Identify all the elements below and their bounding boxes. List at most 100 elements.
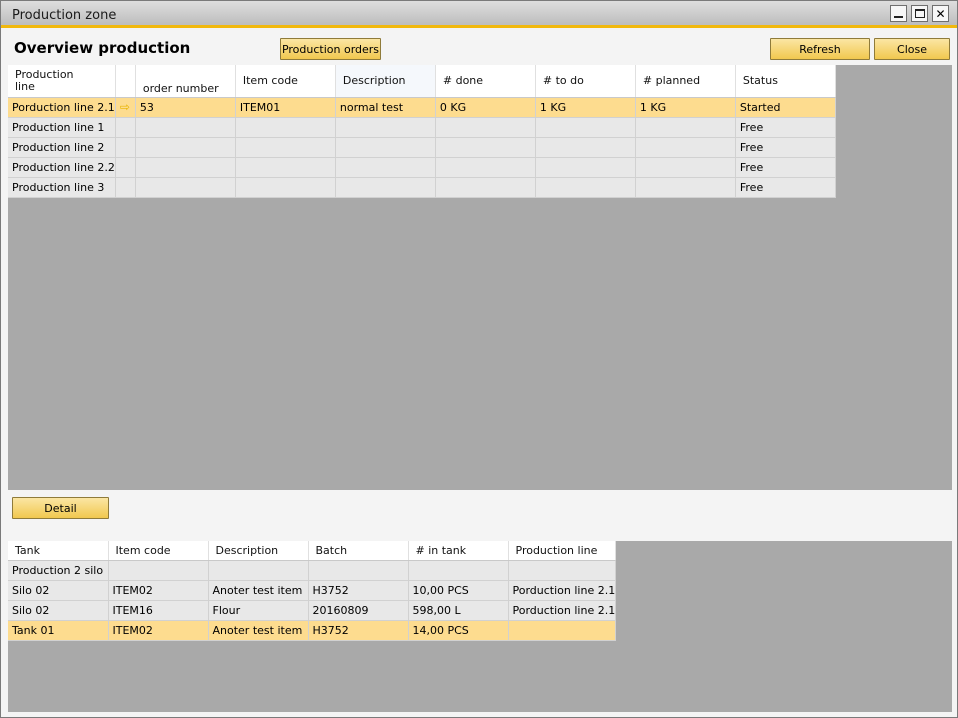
cell-order-number[interactable] — [135, 137, 236, 158]
cell-order-number[interactable]: 53 — [135, 97, 236, 118]
cell-batch[interactable]: H3752 — [308, 620, 409, 641]
col-header-order-number[interactable]: order number — [135, 65, 236, 98]
cell-indicator[interactable] — [115, 117, 136, 138]
table-row[interactable]: Production 2 silo — [8, 560, 617, 581]
cell-in-tank[interactable] — [408, 560, 509, 581]
cell-in-tank[interactable]: 10,00 PCS — [408, 580, 509, 601]
cell-description[interactable]: Anoter test item — [208, 580, 309, 601]
cell-item-code[interactable]: ITEM02 — [108, 580, 209, 601]
cell-planned[interactable] — [635, 117, 736, 138]
cell-description[interactable] — [208, 560, 309, 581]
cell-status[interactable]: Free — [735, 117, 836, 138]
detail-button[interactable]: Detail — [12, 497, 109, 519]
cell-in-tank[interactable]: 14,00 PCS — [408, 620, 509, 641]
maximize-button[interactable] — [911, 5, 928, 22]
close-window-button[interactable]: ✕ — [932, 5, 949, 22]
cell-item-code[interactable]: ITEM02 — [108, 620, 209, 641]
col-header-item-code[interactable]: Item code — [235, 65, 336, 98]
cell-description[interactable] — [335, 117, 436, 138]
cell-description[interactable] — [335, 137, 436, 158]
table-row[interactable]: Production line 1 Free — [8, 117, 836, 138]
table-row[interactable]: Production line 2.2 Free — [8, 157, 836, 178]
col-header-planned[interactable]: # planned — [635, 65, 736, 98]
col-header-description[interactable]: Description — [208, 541, 309, 561]
cell-production-line[interactable]: Production line 2.2 — [8, 157, 116, 178]
cell-item-code[interactable] — [235, 157, 336, 178]
cell-indicator[interactable] — [115, 177, 136, 198]
cell-tank[interactable]: Silo 02 — [8, 580, 109, 601]
col-header-item-code[interactable]: Item code — [108, 541, 209, 561]
cell-description[interactable] — [335, 157, 436, 178]
cell-description[interactable]: normal test — [335, 97, 436, 118]
cell-done[interactable] — [435, 157, 536, 178]
cell-in-tank[interactable]: 598,00 L — [408, 600, 509, 621]
cell-planned[interactable] — [635, 137, 736, 158]
cell-tank[interactable]: Tank 01 — [8, 620, 109, 641]
cell-to-do[interactable] — [535, 177, 636, 198]
cell-status[interactable]: Free — [735, 177, 836, 198]
cell-order-number[interactable] — [135, 177, 236, 198]
cell-done[interactable] — [435, 137, 536, 158]
cell-description[interactable]: Flour — [208, 600, 309, 621]
cell-planned[interactable] — [635, 157, 736, 178]
cell-done[interactable] — [435, 177, 536, 198]
cell-production-line[interactable]: Porduction line 2.1 — [8, 97, 116, 118]
cell-status[interactable]: Free — [735, 157, 836, 178]
col-header-done[interactable]: # done — [435, 65, 536, 98]
cell-tank[interactable]: Production 2 silo — [8, 560, 109, 581]
col-header-batch[interactable]: Batch — [308, 541, 409, 561]
table-row[interactable]: Production line 3 Free — [8, 177, 836, 198]
cell-to-do[interactable] — [535, 157, 636, 178]
minimize-button[interactable] — [890, 5, 907, 22]
cell-planned[interactable] — [635, 177, 736, 198]
table-row[interactable]: Porduction line 2.1 ⇨ 53 ITEM01 normal t… — [8, 97, 836, 118]
cell-production-line[interactable]: Production line 3 — [8, 177, 116, 198]
cell-production-line[interactable]: Production line 2 — [8, 137, 116, 158]
cell-item-code[interactable] — [235, 117, 336, 138]
cell-status[interactable]: Started — [735, 97, 836, 118]
col-header-status[interactable]: Status — [735, 65, 836, 98]
row-indicator-arrow-icon[interactable]: ⇨ — [115, 97, 136, 118]
cell-item-code[interactable] — [235, 137, 336, 158]
cell-item-code[interactable]: ITEM16 — [108, 600, 209, 621]
cell-production-line[interactable]: Porduction line 2.1 — [508, 580, 617, 601]
col-header-in-tank[interactable]: # in tank — [408, 541, 509, 561]
cell-planned[interactable]: 1 KG — [635, 97, 736, 118]
cell-batch[interactable]: H3752 — [308, 580, 409, 601]
col-header-description[interactable]: Description — [335, 65, 436, 98]
col-header-to-do[interactable]: # to do — [535, 65, 636, 98]
cell-item-code[interactable] — [235, 177, 336, 198]
cell-batch[interactable] — [308, 560, 409, 581]
cell-description[interactable] — [335, 177, 436, 198]
cell-to-do[interactable] — [535, 117, 636, 138]
cell-done[interactable] — [435, 117, 536, 138]
refresh-button[interactable]: Refresh — [770, 38, 870, 60]
cell-description[interactable]: Anoter test item — [208, 620, 309, 641]
cell-item-code[interactable]: ITEM01 — [235, 97, 336, 118]
cell-production-line[interactable] — [508, 560, 617, 581]
cell-tank[interactable]: Silo 02 — [8, 600, 109, 621]
col-header-indicator — [115, 65, 136, 98]
cell-order-number[interactable] — [135, 117, 236, 138]
cell-indicator[interactable] — [115, 157, 136, 178]
cell-order-number[interactable] — [135, 157, 236, 178]
cell-item-code[interactable] — [108, 560, 209, 581]
cell-done[interactable]: 0 KG — [435, 97, 536, 118]
col-header-production-line[interactable]: Production line — [508, 541, 617, 561]
cell-status[interactable]: Free — [735, 137, 836, 158]
col-header-production-line[interactable]: Production line — [8, 65, 116, 98]
cell-to-do[interactable]: 1 KG — [535, 97, 636, 118]
table-row[interactable]: Silo 02 ITEM02 Anoter test item H3752 10… — [8, 580, 617, 601]
cell-production-line[interactable] — [508, 620, 617, 641]
cell-indicator[interactable] — [115, 137, 136, 158]
close-button[interactable]: Close — [874, 38, 950, 60]
cell-production-line[interactable]: Porduction line 2.1 — [508, 600, 617, 621]
cell-production-line[interactable]: Production line 1 — [8, 117, 116, 138]
production-orders-button[interactable]: Production orders — [280, 38, 381, 60]
table-row[interactable]: Silo 02 ITEM16 Flour 20160809 598,00 L P… — [8, 600, 617, 621]
table-row[interactable]: Tank 01 ITEM02 Anoter test item H3752 14… — [8, 620, 617, 641]
cell-to-do[interactable] — [535, 137, 636, 158]
col-header-tank[interactable]: Tank — [8, 541, 109, 561]
cell-batch[interactable]: 20160809 — [308, 600, 409, 621]
table-row[interactable]: Production line 2 Free — [8, 137, 836, 158]
